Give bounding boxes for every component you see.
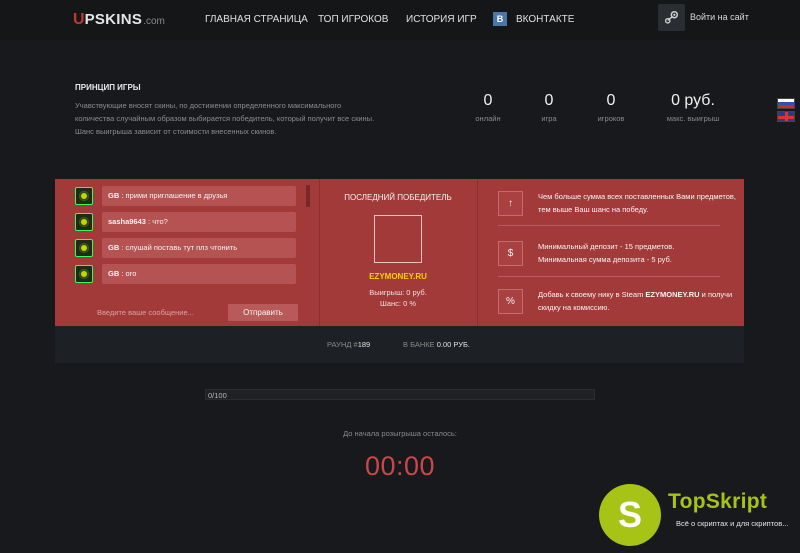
- avatar[interactable]: [75, 213, 93, 231]
- perk-text-pre: Добавь к своему нику в Steam: [538, 290, 646, 299]
- perk-divider: [498, 225, 720, 226]
- chat-text: слушай поставь тут плз чтонить: [125, 243, 238, 252]
- game-rules-title: ПРИНЦИП ИГРЫ: [75, 83, 141, 92]
- login-link[interactable]: Войти на сайт: [690, 12, 749, 22]
- perk-text: Минимальный депозит - 15 предметов. Мини…: [538, 240, 738, 266]
- game-panel: GB : прими приглашение в друзья sasha964…: [55, 179, 744, 326]
- logo-mark: U: [73, 11, 85, 28]
- stat-label: онлайн: [475, 114, 501, 123]
- nav-home[interactable]: ГЛАВНАЯ СТРАНИЦА: [205, 14, 308, 25]
- stat-value: 0: [606, 92, 616, 109]
- site-logo[interactable]: U PSKINS .com: [73, 11, 165, 29]
- chat-message: sasha9643 : что?: [75, 211, 298, 233]
- chat-bubble: GB : прими приглашение в друзья: [102, 186, 296, 206]
- round-number: РАУНД #189: [327, 340, 370, 349]
- round-label: РАУНД #: [327, 340, 358, 349]
- items-progress-bar: 0/100: [205, 389, 595, 400]
- language-switcher: [777, 98, 795, 122]
- panel-divider: [477, 179, 478, 326]
- perk-line: Минимальный депозит - 15 предметов.: [538, 242, 675, 251]
- stat-online: 0 онлайн: [472, 92, 504, 123]
- watermark-subtitle: Всё о скриптах и для скриптов...: [676, 519, 789, 528]
- last-winner-title: ПОСЛЕДНИЙ ПОБЕДИТЕЛЬ: [344, 193, 452, 202]
- game-rules-text: Учавствующие вносят скины, по достижении…: [75, 101, 375, 136]
- chat-input[interactable]: Введите ваше сообщение...: [88, 305, 218, 321]
- watermark-letter: S: [617, 494, 642, 535]
- chat-bubble: GB : ого: [102, 264, 296, 284]
- countdown-title: До начала розыгрыша осталось:: [343, 429, 457, 438]
- watermark-title: TopSkript: [668, 490, 768, 513]
- logo-name: PSKINS: [84, 11, 143, 28]
- stat-label: макс. выигрыш: [666, 114, 720, 123]
- stat-value: 0: [483, 92, 493, 109]
- ru-flag-icon[interactable]: [777, 98, 795, 109]
- chat-user[interactable]: GB: [108, 243, 119, 252]
- winner-avatar[interactable]: [374, 215, 422, 263]
- perk-line: Минимальная сумма депозита - 5 руб.: [538, 255, 672, 264]
- stat-label: игра: [541, 114, 557, 123]
- winner-name[interactable]: EZYMONEY.RU: [319, 272, 477, 281]
- countdown-timer: 00:00: [364, 451, 436, 481]
- nav-game-history[interactable]: ИСТОРИЯ ИГР: [406, 14, 477, 25]
- send-button[interactable]: Отправить: [228, 304, 298, 321]
- chat-user[interactable]: GB: [108, 191, 119, 200]
- avatar[interactable]: [75, 187, 93, 205]
- bank-value: 0.00 РУБ.: [436, 340, 471, 349]
- stat-value: 0: [544, 92, 554, 109]
- steam-icon[interactable]: [658, 4, 685, 31]
- top-header: U PSKINS .com ГЛАВНАЯ СТРАНИЦА ТОП ИГРОК…: [0, 0, 800, 40]
- vk-icon[interactable]: В: [493, 12, 507, 26]
- round-value: 189: [357, 340, 371, 349]
- percent-icon: %: [498, 289, 523, 314]
- arrow-up-icon: ↑: [498, 191, 523, 216]
- winner-win: Выигрыш: 0 руб.: [369, 288, 427, 297]
- bank-amount: В БАНКЕ 0.00 РУБ.: [403, 340, 470, 349]
- watermark-logo: S: [599, 484, 661, 546]
- stat-players: 0 игроков: [590, 92, 632, 123]
- en-flag-icon[interactable]: [777, 111, 795, 122]
- perk-divider: [498, 276, 720, 277]
- chat-user[interactable]: sasha9643: [108, 217, 146, 226]
- progress-label: 0/100: [208, 391, 227, 400]
- perk-text: Чем больше сумма всех поставленных Вами …: [538, 192, 736, 214]
- chat-user[interactable]: GB: [108, 269, 119, 278]
- chat-bubble: GB : слушай поставь тут плз чтонить: [102, 238, 296, 258]
- perk-brand: EZYMONEY.RU: [645, 290, 700, 299]
- stat-game: 0 игра: [534, 92, 564, 123]
- chat-message: GB : ого: [75, 263, 298, 285]
- chat-text: что?: [152, 217, 168, 226]
- bank-label: В БАНКЕ: [403, 340, 437, 349]
- stat-value: 0 руб.: [671, 92, 715, 109]
- chat-message: GB : слушай поставь тут плз чтонить: [75, 237, 298, 259]
- chat-text: ого: [125, 269, 137, 278]
- nav-top-players[interactable]: ТОП ИГРОКОВ: [318, 14, 388, 25]
- chat-text: прими приглашение в друзья: [125, 191, 228, 200]
- perk-text: Добавь к своему нику в Steam EZYMONEY.RU…: [538, 288, 738, 314]
- round-bar: РАУНД #189 В БАНКЕ 0.00 РУБ.: [55, 326, 744, 363]
- winner-chance: Шанс: 0 %: [379, 299, 417, 308]
- dollar-icon: $: [498, 241, 523, 266]
- avatar[interactable]: [75, 265, 93, 283]
- logo-domain: .com: [143, 16, 165, 27]
- chat-bubble: sasha9643 : что?: [102, 212, 296, 232]
- avatar[interactable]: [75, 239, 93, 257]
- chat-scrollbar[interactable]: [306, 185, 310, 207]
- nav-vkontakte[interactable]: ВКОНТАКТЕ: [516, 14, 574, 25]
- stat-max-win: 0 руб. макс. выигрыш: [658, 92, 728, 123]
- stat-label: игроков: [597, 114, 625, 123]
- chat-message: GB : прими приглашение в друзья: [75, 185, 298, 207]
